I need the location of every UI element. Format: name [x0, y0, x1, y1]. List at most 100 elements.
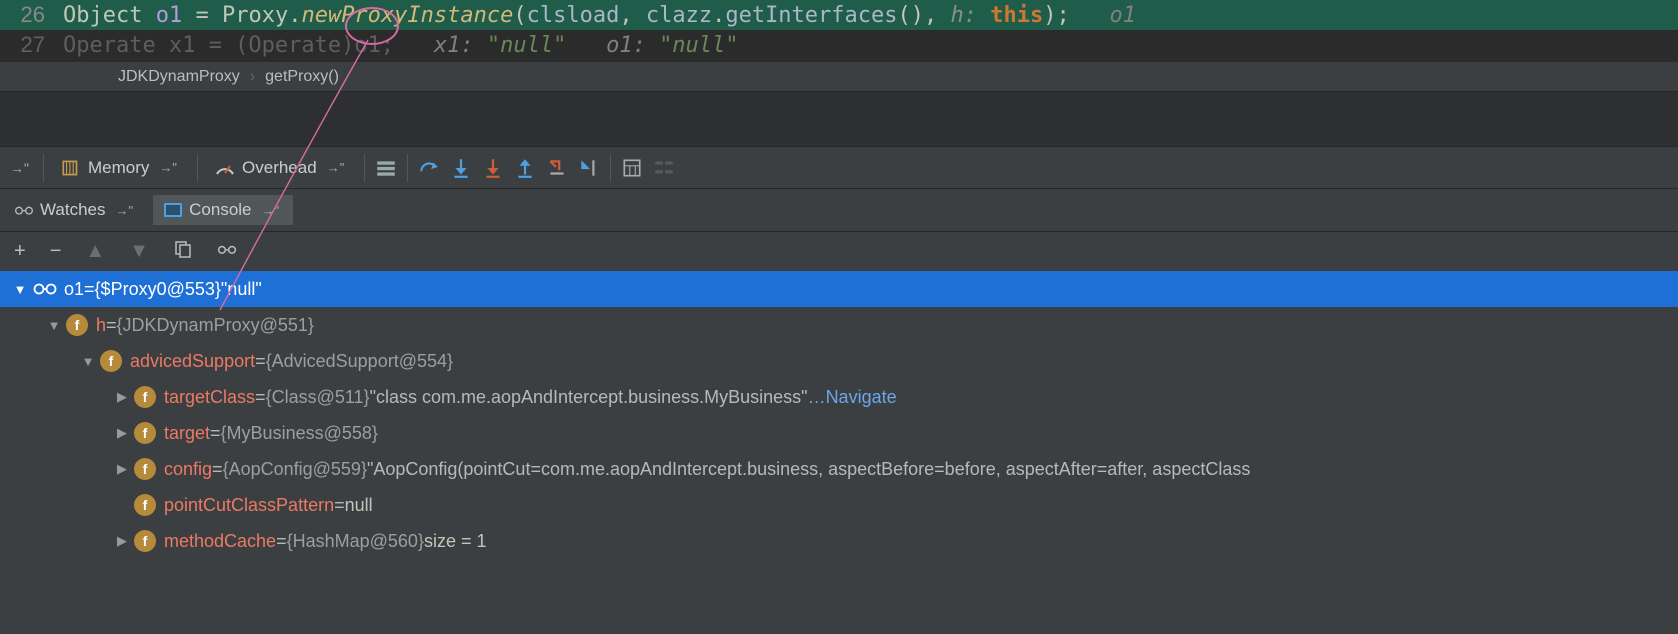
- line-number: 26: [0, 2, 63, 28]
- evaluate-icon[interactable]: [621, 157, 643, 179]
- expand-arrow-icon[interactable]: ▶: [114, 389, 130, 405]
- variables-tree: ▼ o1 = {$Proxy0@553} "null" ▼ f h = {JDK…: [0, 271, 1678, 559]
- breadcrumb-method[interactable]: getProxy(): [265, 68, 339, 86]
- tree-row-h[interactable]: ▼ f h = {JDKDynamProxy@551}: [0, 307, 1678, 343]
- copy-button[interactable]: [173, 240, 193, 264]
- equals: =: [276, 531, 287, 552]
- equals: =: [210, 423, 221, 444]
- var-value: {$Proxy0@553}: [95, 279, 221, 300]
- field-badge-icon: f: [134, 530, 156, 552]
- pin-left-icon[interactable]: →​": [6, 158, 33, 178]
- tree-row-pointCutClassPattern[interactable]: f pointCutClassPattern = null: [0, 487, 1678, 523]
- var-name: methodCache: [164, 531, 276, 552]
- layout-icon[interactable]: [375, 157, 397, 179]
- watches-tab[interactable]: Watches →": [4, 195, 147, 225]
- navigate-link[interactable]: Navigate: [826, 387, 897, 408]
- move-up-button[interactable]: ▲: [85, 240, 105, 263]
- tree-row-advicedSupport[interactable]: ▼ f advicedSupport = {AdvicedSupport@554…: [0, 343, 1678, 379]
- run-to-cursor-icon[interactable]: [578, 157, 600, 179]
- console-tab[interactable]: Console →": [153, 195, 293, 225]
- memory-label: Memory: [88, 158, 149, 178]
- toolbar-separator: [407, 154, 408, 182]
- breadcrumb-separator-icon: ›: [250, 68, 255, 86]
- step-over-icon[interactable]: [418, 157, 440, 179]
- var-name: o1: [64, 279, 84, 300]
- console-icon: [163, 201, 183, 219]
- pin-icon: →": [258, 201, 284, 220]
- remove-watch-button[interactable]: −: [50, 240, 62, 263]
- equals: =: [334, 495, 345, 516]
- field-badge-icon: f: [134, 422, 156, 444]
- pin-icon: →": [323, 158, 349, 177]
- tree-row-o1[interactable]: ▼ o1 = {$Proxy0@553} "null": [0, 271, 1678, 307]
- toolbar-separator: [43, 154, 44, 182]
- editor-line-26[interactable]: 26 Object o1 = Proxy.newProxyInstance(cl…: [0, 0, 1678, 30]
- panel-gap: [0, 91, 1678, 147]
- variables-toolbar: + − ▲ ▼: [0, 231, 1678, 271]
- glasses-icon: [32, 279, 58, 300]
- expand-arrow-icon[interactable]: ▶: [114, 533, 130, 549]
- tree-row-targetClass[interactable]: ▶ f targetClass = {Class@511} "class com…: [0, 379, 1678, 415]
- field-badge-icon: f: [134, 494, 156, 516]
- force-step-into-icon[interactable]: [482, 157, 504, 179]
- gauge-icon: [214, 157, 236, 179]
- move-down-button[interactable]: ▼: [129, 240, 149, 263]
- equals: =: [106, 315, 117, 336]
- step-into-icon[interactable]: [450, 157, 472, 179]
- equals: =: [255, 387, 266, 408]
- var-value: {MyBusiness@558}: [221, 423, 378, 444]
- var-value: null: [345, 495, 373, 516]
- var-string: "class com.me.aopAndIntercept.business.M…: [370, 387, 808, 408]
- var-name: target: [164, 423, 210, 444]
- breadcrumb: JDKDynamProxy › getProxy(): [0, 61, 1678, 91]
- toolbar-separator: [364, 154, 365, 182]
- var-size: size = 1: [424, 531, 487, 552]
- show-watches-icon[interactable]: [217, 240, 237, 264]
- editor-line-27[interactable]: 27 Operate x1 = (Operate)o1; x1: "null" …: [0, 30, 1678, 60]
- var-string: "AopConfig(pointCut=com.me.aopAndInterce…: [367, 459, 1250, 480]
- expand-arrow-icon[interactable]: ▼: [12, 282, 28, 297]
- add-watch-button[interactable]: +: [14, 240, 26, 263]
- drop-frame-icon[interactable]: [546, 157, 568, 179]
- field-badge-icon: f: [134, 458, 156, 480]
- code-text: Operate x1 = (Operate)o1; x1: "null" o1:…: [63, 33, 1678, 58]
- var-string: "null": [221, 279, 262, 300]
- pin-icon: →": [155, 158, 181, 177]
- debug-tabs: Watches →" Console →": [0, 189, 1678, 231]
- line-number: 27: [0, 32, 63, 58]
- expand-arrow-icon[interactable]: ▶: [114, 425, 130, 441]
- code-editor: 26 Object o1 = Proxy.newProxyInstance(cl…: [0, 0, 1678, 61]
- var-name: config: [164, 459, 212, 480]
- expand-arrow-icon[interactable]: ▶: [114, 461, 130, 477]
- var-value: {AopConfig@559}: [223, 459, 367, 480]
- trace-icon[interactable]: [653, 157, 675, 179]
- equals: =: [84, 279, 95, 300]
- var-value: {AdvicedSupport@554}: [266, 351, 453, 372]
- expand-arrow-icon[interactable]: ▼: [80, 354, 96, 369]
- field-badge-icon: f: [134, 386, 156, 408]
- step-out-icon[interactable]: [514, 157, 536, 179]
- var-value: {Class@511}: [266, 387, 370, 408]
- tree-row-methodCache[interactable]: ▶ f methodCache = {HashMap@560} size = 1: [0, 523, 1678, 559]
- var-name: h: [96, 315, 106, 336]
- console-label: Console: [189, 200, 251, 220]
- equals: =: [212, 459, 223, 480]
- debug-toolbar: →​" Memory →" Overhead →": [0, 147, 1678, 189]
- memory-icon: [60, 157, 82, 179]
- var-name: targetClass: [164, 387, 255, 408]
- tree-row-config[interactable]: ▶ f config = {AopConfig@559} "AopConfig(…: [0, 451, 1678, 487]
- tree-row-target[interactable]: ▶ f target = {MyBusiness@558}: [0, 415, 1678, 451]
- glasses-icon: [14, 201, 34, 219]
- var-value: {JDKDynamProxy@551}: [117, 315, 314, 336]
- var-name: pointCutClassPattern: [164, 495, 334, 516]
- field-badge-icon: f: [100, 350, 122, 372]
- overhead-label: Overhead: [242, 158, 317, 178]
- memory-view-button[interactable]: Memory →": [54, 155, 187, 181]
- expand-arrow-icon[interactable]: ▼: [46, 318, 62, 333]
- var-value: {HashMap@560}: [287, 531, 424, 552]
- overhead-view-button[interactable]: Overhead →": [208, 155, 354, 181]
- var-name: advicedSupport: [130, 351, 255, 372]
- ellipsis: …: [808, 387, 826, 408]
- field-badge-icon: f: [66, 314, 88, 336]
- breadcrumb-class[interactable]: JDKDynamProxy: [118, 68, 240, 86]
